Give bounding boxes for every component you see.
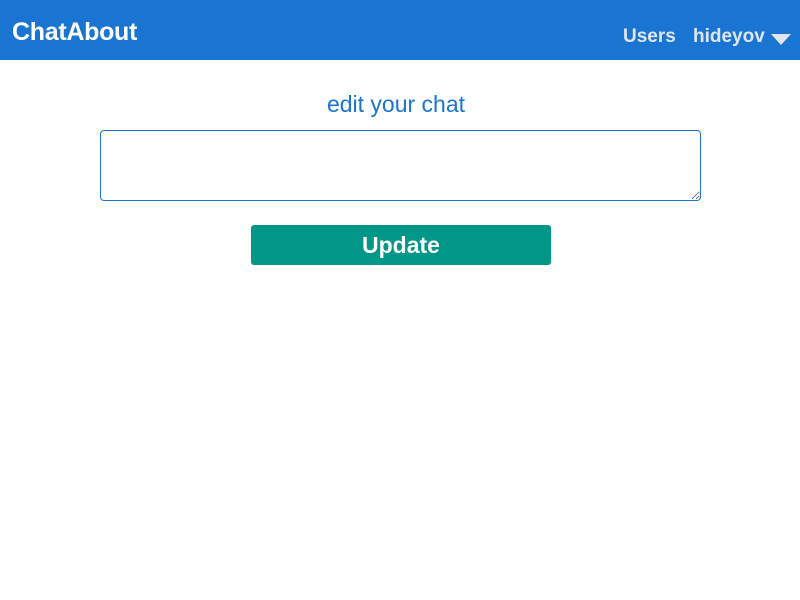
chat-edit-input[interactable]: [100, 130, 701, 201]
nav-users-link[interactable]: Users: [623, 26, 676, 48]
caret-down-icon[interactable]: [771, 34, 791, 45]
update-button[interactable]: Update: [251, 225, 551, 265]
brand-logo-link[interactable]: ChatAbout: [12, 17, 137, 47]
page-heading: edit your chat: [326, 91, 466, 117]
top-navbar: ChatAbout Users hideyov: [0, 0, 800, 60]
user-menu-toggle[interactable]: hideyov: [693, 26, 765, 48]
